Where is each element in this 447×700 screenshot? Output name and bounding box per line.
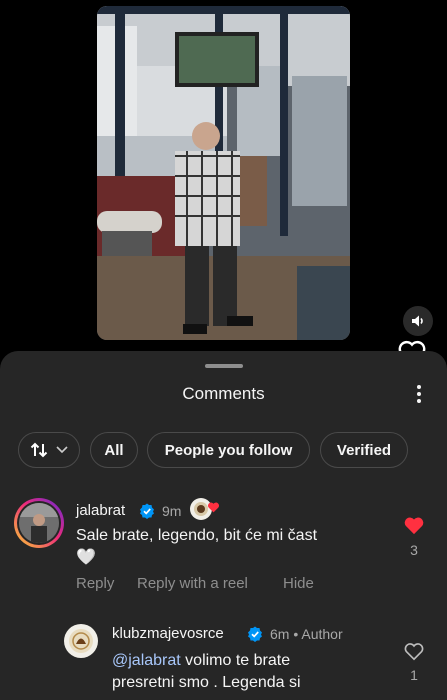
author-label: Author bbox=[301, 626, 343, 642]
mention-link[interactable]: @jalabrat bbox=[112, 652, 181, 669]
white-heart-emoji: 🤍 bbox=[76, 549, 96, 566]
verified-badge-icon bbox=[140, 503, 154, 519]
avatar[interactable] bbox=[14, 498, 64, 548]
hide-button[interactable]: Hide bbox=[283, 575, 314, 592]
chevron-down-icon bbox=[56, 446, 68, 454]
sheet-title: Comments bbox=[182, 384, 265, 403]
video-frame-image bbox=[97, 6, 350, 340]
more-vertical-icon[interactable] bbox=[409, 382, 429, 406]
like-count: 1 bbox=[410, 667, 418, 683]
filter-verified-chip[interactable]: Verified bbox=[320, 432, 408, 468]
reply-time: 6m bbox=[270, 626, 290, 642]
speaker-icon bbox=[412, 315, 423, 327]
comment-text-body: Sale brate, legendo, bit će mi čast bbox=[76, 527, 318, 544]
reply-username[interactable]: klubzmajevosrce bbox=[112, 625, 224, 642]
reel-video[interactable] bbox=[97, 6, 350, 340]
sort-button[interactable] bbox=[18, 432, 80, 468]
heart-outline-icon[interactable] bbox=[403, 641, 425, 661]
liked-heart-icon[interactable] bbox=[403, 515, 425, 535]
comment-time: 9m bbox=[162, 503, 182, 519]
avatar[interactable] bbox=[64, 624, 98, 658]
reply-with-reel-button[interactable]: Reply with a reel bbox=[137, 575, 248, 592]
comments-sheet: Comments All People you follow Verified … bbox=[0, 351, 447, 700]
comment-text: Sale brate, legendo, bit će mi čast 🤍 bbox=[76, 525, 396, 569]
reply-button[interactable]: Reply bbox=[76, 575, 114, 592]
reply-text-body: volimo te brate bbox=[185, 652, 291, 669]
sort-arrows-icon bbox=[30, 442, 48, 458]
like-count: 3 bbox=[410, 542, 418, 558]
author-heart-icon bbox=[207, 502, 220, 513]
verified-badge-icon bbox=[248, 626, 262, 642]
comment-username[interactable]: jalabrat bbox=[76, 502, 125, 519]
sheet-grabber[interactable] bbox=[205, 364, 243, 368]
sound-toggle-button[interactable] bbox=[403, 306, 433, 336]
reply-text: @jalabrat volimo te brate presretni smo … bbox=[112, 650, 392, 694]
reply-meta: 6m • Author bbox=[270, 626, 343, 642]
reply-text-line2: presretni smo . Legenda si bbox=[112, 674, 301, 691]
club-logo-icon bbox=[69, 629, 93, 653]
filter-people-you-follow-chip[interactable]: People you follow bbox=[147, 432, 310, 468]
filter-all-chip[interactable]: All bbox=[90, 432, 138, 468]
